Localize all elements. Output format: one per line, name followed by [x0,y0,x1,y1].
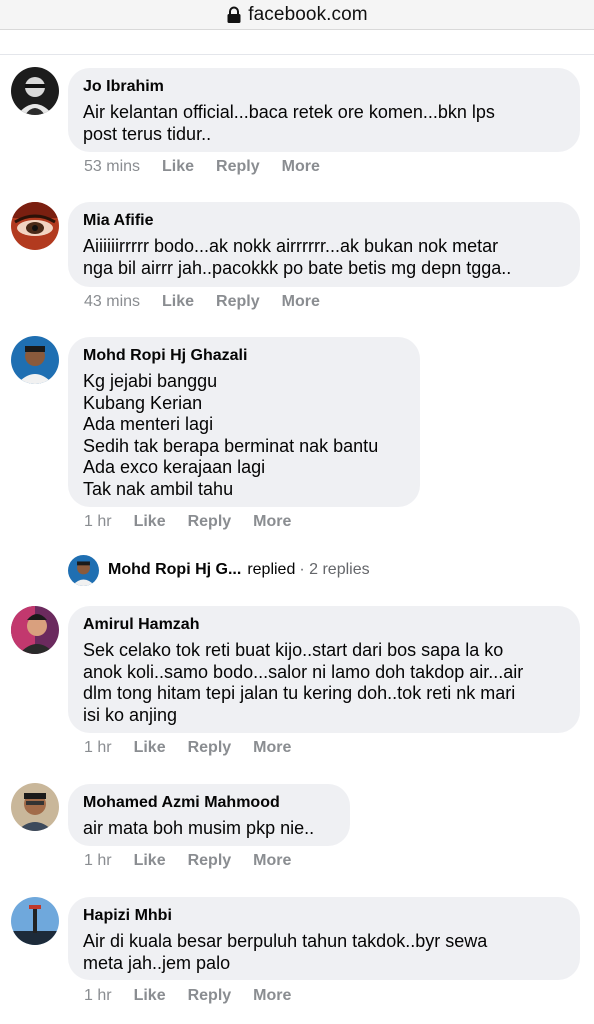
comment-text: Air kelantan official...baca retek ore k… [83,102,495,144]
comment-time[interactable]: 1 hr [84,852,112,870]
reply-button[interactable]: Reply [188,852,232,870]
reply-button[interactable]: Reply [188,987,232,1005]
more-button[interactable]: More [282,293,320,311]
comment-author[interactable]: Amirul Hamzah [83,615,566,635]
reply-button[interactable]: Reply [216,158,260,176]
comment-text: Kg jejabi banggu Kubang Kerian Ada mente… [83,371,379,499]
avatar[interactable] [11,336,59,384]
comment-bubble: Mohamed Azmi Mahmood air mata boh musim … [68,784,350,846]
like-button[interactable]: Like [162,158,194,176]
avatar[interactable] [11,897,59,945]
view-replies-link[interactable]: Mohd Ropi Hj G... replied · 2 replies [68,554,370,586]
comment-author[interactable]: Mohd Ropi Hj Ghazali [83,346,406,366]
reply-count: · 2 replies [299,561,370,578]
avatar [68,554,99,586]
avatar[interactable] [11,783,59,831]
comment-author[interactable]: Hapizi Mhbi [83,906,566,926]
comment-bubble: Jo Ibrahim Air kelantan official...baca … [68,68,580,152]
avatar[interactable] [11,606,59,654]
comment-bubble: Amirul Hamzah Sek celako tok reti buat k… [68,606,580,733]
comment-bubble: Hapizi Mhbi Air di kuala besar berpuluh … [68,897,580,980]
url-domain: facebook.com [248,3,368,25]
comment-time[interactable]: 43 mins [84,293,140,311]
reply-button[interactable]: Reply [216,293,260,311]
address-bar[interactable]: facebook.com [0,0,594,30]
avatar[interactable] [11,202,59,250]
comment-time[interactable]: 1 hr [84,513,112,531]
more-button[interactable]: More [253,852,291,870]
like-button[interactable]: Like [162,293,194,311]
comment-bubble: Mohd Ropi Hj Ghazali Kg jejabi banggu Ku… [68,337,420,507]
comment-author[interactable]: Jo Ibrahim [83,77,566,97]
comment-bubble: Mia Afifie Aiiiiiirrrrr bodo...ak nokk a… [68,202,580,287]
like-button[interactable]: Like [134,987,166,1005]
reply-author: Mohd Ropi Hj G... [108,561,242,578]
more-button[interactable]: More [253,513,291,531]
like-button[interactable]: Like [134,739,166,757]
comment-author[interactable]: Mohamed Azmi Mahmood [83,793,336,813]
avatar[interactable] [11,67,59,115]
comment-actions: 1 hr Like Reply More [84,513,291,531]
comment-text: air mata boh musim pkp nie.. [83,818,315,838]
reply-button[interactable]: Reply [188,513,232,531]
comment-actions: 1 hr Like Reply More [84,852,291,870]
comment-actions: 1 hr Like Reply More [84,987,291,1005]
comment-time[interactable]: 1 hr [84,739,112,757]
reply-verb: replied [247,561,296,578]
more-button[interactable]: More [253,987,291,1005]
comment-actions: 43 mins Like Reply More [84,293,320,311]
comment-text: Sek celako tok reti buat kijo..start dar… [83,640,524,725]
comment-actions: 53 mins Like Reply More [84,158,320,176]
divider [0,54,594,55]
comment-time[interactable]: 53 mins [84,158,140,176]
comment-author[interactable]: Mia Afifie [83,211,566,231]
comment-text: Air di kuala besar berpuluh tahun takdok… [83,931,488,973]
comment-actions: 1 hr Like Reply More [84,739,291,757]
more-button[interactable]: More [282,158,320,176]
comment-text: Aiiiiiirrrrr bodo...ak nokk airrrrrr...a… [83,236,512,278]
like-button[interactable]: Like [134,513,166,531]
like-button[interactable]: Like [134,852,166,870]
lock-icon [226,6,242,24]
reply-button[interactable]: Reply [188,739,232,757]
more-button[interactable]: More [253,739,291,757]
comment-time[interactable]: 1 hr [84,987,112,1005]
